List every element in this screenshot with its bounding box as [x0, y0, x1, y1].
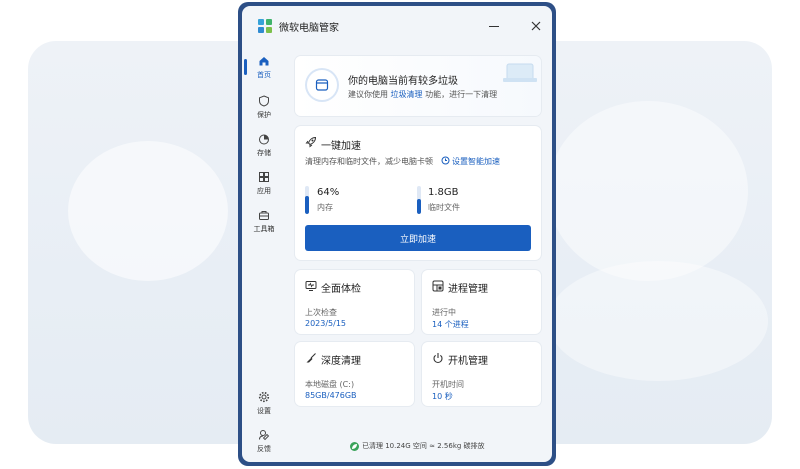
window-icon: [315, 79, 329, 91]
smart-boost-settings-link[interactable]: 设置智能加速: [452, 156, 500, 167]
sidebar-item-apps[interactable]: 应用: [244, 166, 284, 200]
junk-alert-card[interactable]: 你的电脑当前有较多垃圾 建议你使用 垃圾清理 功能，进行一下清理: [295, 56, 541, 116]
temp-files-meter: [417, 186, 421, 214]
toolbox-icon: [259, 210, 269, 220]
deep-clean-tile[interactable]: 深度清理 本地磁盘 (C:) 85GB/476GB: [295, 342, 414, 406]
settings-cycle-icon: [441, 156, 450, 165]
temp-files-meter-fill: [417, 198, 421, 214]
sidebar-item-storage[interactable]: 存储: [244, 128, 284, 162]
sidebar-item-label: 反馈: [257, 444, 271, 453]
feedback-icon: [259, 429, 270, 440]
footer-text: 已清理 10.24G 空间 ≈ 2.56kg 碳排放: [362, 442, 485, 450]
sidebar-item-feedback[interactable]: 反馈: [244, 424, 284, 458]
carbon-savings-footer: 已清理 10.24G 空间 ≈ 2.56kg 碳排放: [350, 441, 485, 451]
rocket-icon: [305, 136, 317, 148]
memory-meter-fill: [305, 196, 309, 214]
monitor-check-icon: [305, 281, 317, 291]
gear-icon: [258, 391, 270, 402]
sidebar-item-label: 设置: [257, 406, 271, 415]
alert-icon-badge: [307, 70, 337, 100]
pie-chart-icon: [259, 134, 269, 144]
shield-icon: [259, 94, 269, 107]
sidebar-item-settings[interactable]: 设置: [244, 386, 284, 420]
leaf-icon: [350, 441, 359, 451]
sidebar-item-protect[interactable]: 保护: [244, 90, 284, 124]
sidebar-item-label: 保护: [257, 110, 271, 119]
backdrop-cloud: [548, 101, 748, 281]
hero-sub-text: 功能，进行一下清理: [425, 90, 498, 99]
one-click-boost-card: 一键加速 清理内存和临时文件，减少电脑卡顿 设置智能加速 64% 内存 1.8G…: [295, 126, 541, 260]
boost-title: 一键加速: [321, 141, 361, 152]
tile-value: 85GB/476GB: [305, 391, 357, 400]
temp-files-label: 临时文件: [428, 203, 460, 212]
process-manager-tile[interactable]: 进程管理 进行中 14 个进程: [422, 270, 541, 334]
sidebar-item-label: 工具箱: [253, 224, 275, 233]
backdrop-cloud: [68, 141, 228, 281]
full-checkup-tile[interactable]: 全面体检 上次检查 2023/5/15: [295, 270, 414, 334]
tile-value: 14 个进程: [432, 320, 469, 329]
boost-subtitle: 清理内存和临时文件，减少电脑卡顿: [305, 157, 433, 166]
title-bar[interactable]: 微软电脑管家: [242, 6, 552, 44]
memory-meter: [305, 186, 309, 214]
tile-title: 全面体检: [321, 284, 361, 295]
sidebar-item-label: 存储: [257, 148, 271, 157]
minimize-button[interactable]: [480, 15, 508, 37]
tile-label: 开机时间: [432, 380, 464, 389]
tile-title: 进程管理: [448, 284, 488, 295]
sidebar-item-label: 首页: [257, 70, 271, 79]
sidebar: 首页 保护 存储 应用 工具箱 设置 反馈: [242, 44, 286, 462]
tile-value: 2023/5/15: [305, 319, 347, 328]
sidebar-item-toolbox[interactable]: 工具箱: [244, 204, 284, 238]
minimize-icon: [489, 25, 499, 27]
broom-icon: [306, 353, 316, 363]
temp-files-value: 1.8GB: [428, 187, 459, 198]
power-icon: [433, 353, 443, 364]
memory-label: 内存: [317, 203, 333, 212]
tile-value: 10 秒: [432, 392, 453, 401]
boost-now-button[interactable]: 立即加速: [305, 225, 531, 251]
tile-label: 上次检查: [305, 308, 337, 317]
backdrop-cloud: [548, 261, 768, 381]
tile-label: 本地磁盘 (C:): [305, 380, 355, 389]
junk-clean-link[interactable]: 垃圾清理: [391, 90, 423, 99]
memory-value: 64%: [317, 187, 340, 198]
sidebar-item-home[interactable]: 首页: [244, 50, 284, 84]
app-title: 微软电脑管家: [279, 23, 339, 34]
computer-illustration-icon: [503, 63, 537, 82]
hero-sub-text: 建议你使用: [348, 90, 388, 99]
home-icon: [259, 56, 269, 65]
process-icon: [432, 280, 444, 292]
tile-title: 深度清理: [321, 356, 361, 367]
app-logo-icon: [258, 19, 272, 33]
tile-label: 进行中: [432, 308, 456, 317]
sidebar-item-label: 应用: [257, 186, 271, 195]
hero-title: 你的电脑当前有较多垃圾: [348, 76, 458, 87]
app-window: 微软电脑管家 首页 保护 存储 应用 工具箱 设置 反馈 你的电脑当前有较多垃圾…: [242, 6, 552, 462]
close-icon: [531, 21, 541, 31]
hero-subtitle: 建议你使用 垃圾清理 功能，进行一下清理: [348, 89, 497, 100]
close-button[interactable]: [522, 15, 550, 37]
startup-manager-tile[interactable]: 开机管理 开机时间 10 秒: [422, 342, 541, 406]
apps-icon: [259, 171, 269, 182]
tile-title: 开机管理: [448, 356, 488, 367]
